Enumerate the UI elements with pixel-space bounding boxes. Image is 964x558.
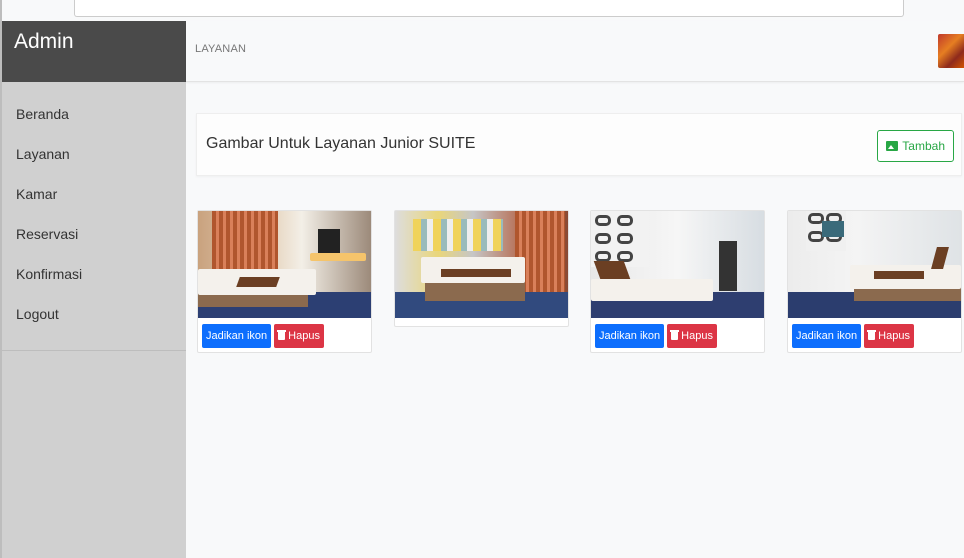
add-image-button[interactable]: Tambah xyxy=(877,130,954,162)
sidebar-item-kamar[interactable]: Kamar xyxy=(2,178,186,218)
card-actions: Jadikan ikon Hapus xyxy=(198,318,371,352)
image-card: Jadikan ikon Hapus xyxy=(787,210,962,353)
page-title: Gambar Untuk Layanan Junior SUITE xyxy=(206,135,476,152)
page-title-card: Gambar Untuk Layanan Junior SUITE Tambah xyxy=(196,113,962,176)
sidebar: Admin Beranda Layanan Kamar Reservasi Ko… xyxy=(2,21,186,558)
room-photo xyxy=(591,211,764,318)
sidebar-item-logout[interactable]: Logout xyxy=(2,298,186,338)
room-photo xyxy=(788,211,961,318)
image-card xyxy=(394,210,569,327)
card-actions: Jadikan ikon Hapus xyxy=(788,318,961,352)
delete-button[interactable]: Hapus xyxy=(864,324,914,348)
card-actions xyxy=(395,318,568,326)
sidebar-nav: Beranda Layanan Kamar Reservasi Konfirma… xyxy=(2,82,186,351)
delete-label: Hapus xyxy=(288,330,320,342)
top-header: LAYANAN xyxy=(186,21,964,82)
delete-label: Hapus xyxy=(681,330,713,342)
card-actions: Jadikan ikon Hapus xyxy=(591,318,764,352)
set-icon-button[interactable]: Jadikan ikon xyxy=(792,324,862,348)
trash-icon xyxy=(670,330,680,340)
breadcrumb: LAYANAN xyxy=(195,43,247,55)
room-photo xyxy=(198,211,371,318)
address-bar[interactable] xyxy=(74,0,904,17)
delete-button[interactable]: Hapus xyxy=(274,324,324,348)
browser-top-strip xyxy=(0,0,964,21)
image-card: Jadikan ikon Hapus xyxy=(590,210,765,353)
avatar[interactable] xyxy=(938,34,964,68)
delete-button[interactable]: Hapus xyxy=(667,324,717,348)
brand-title: Admin xyxy=(2,21,186,82)
add-image-label: Tambah xyxy=(902,139,945,153)
sidebar-item-layanan[interactable]: Layanan xyxy=(2,138,186,178)
trash-icon xyxy=(277,330,287,340)
sidebar-item-konfirmasi[interactable]: Konfirmasi xyxy=(2,258,186,298)
set-icon-button[interactable]: Jadikan ikon xyxy=(202,324,272,348)
set-icon-button[interactable]: Jadikan ikon xyxy=(595,324,665,348)
image-card: Jadikan ikon Hapus xyxy=(197,210,372,353)
sidebar-item-reservasi[interactable]: Reservasi xyxy=(2,218,186,258)
trash-icon xyxy=(867,330,877,340)
sidebar-item-beranda[interactable]: Beranda xyxy=(2,98,186,138)
room-photo xyxy=(395,211,568,318)
image-icon xyxy=(886,141,899,151)
delete-label: Hapus xyxy=(878,330,910,342)
